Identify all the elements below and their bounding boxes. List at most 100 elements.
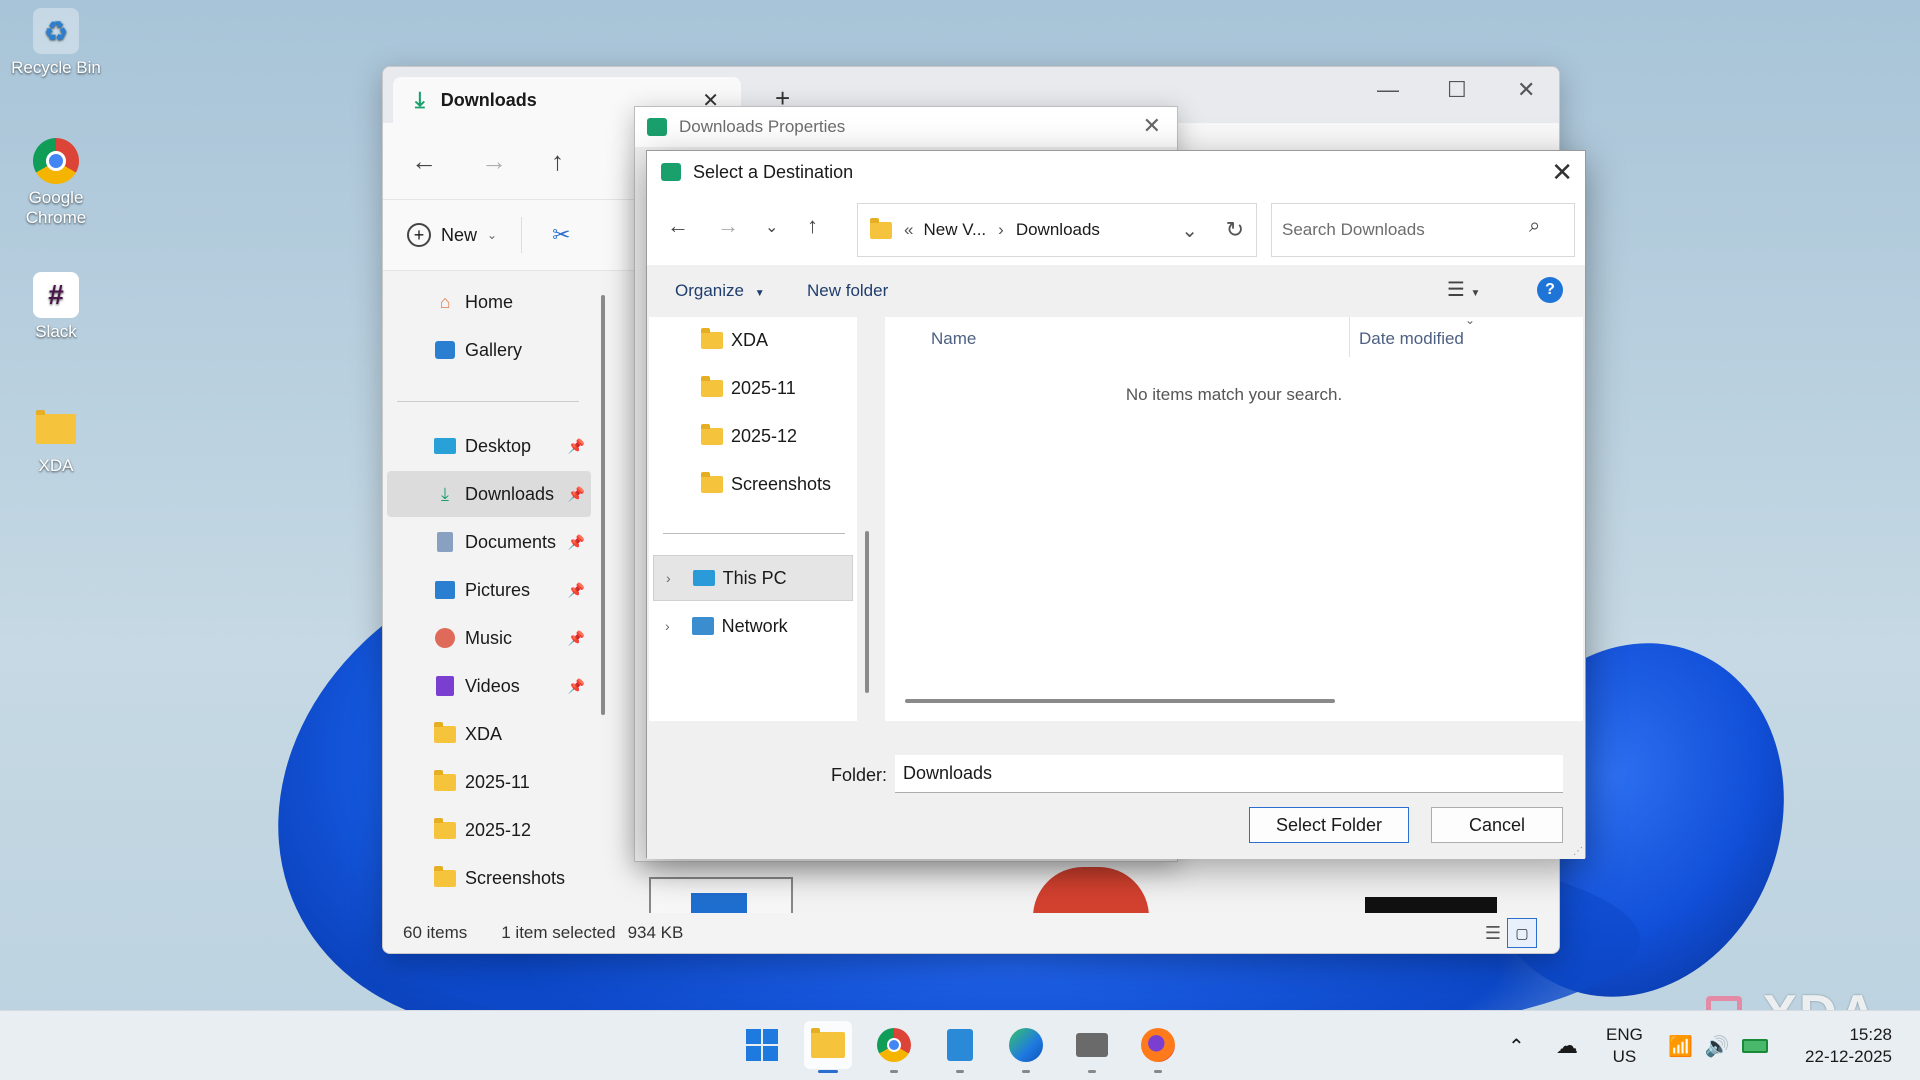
wifi-icon: 📶 (1668, 1035, 1693, 1058)
help-icon[interactable]: ? (1537, 277, 1563, 303)
desktop-icon-recycle-bin[interactable]: ♻ Recycle Bin (6, 8, 106, 78)
expand-chevron-icon[interactable]: › (666, 570, 671, 586)
tree-item-2025-12[interactable]: 2025-12 (653, 413, 853, 459)
tree-item-xda[interactable]: XDA (653, 317, 853, 363)
sidebar-item-downloads[interactable]: ⤓ Downloads 📌 (387, 471, 591, 517)
cloud-offline-icon: ☁ (1556, 1033, 1578, 1058)
taskbar-firefox[interactable] (1134, 1021, 1182, 1073)
up-icon[interactable]: ↑ (807, 213, 818, 239)
sidebar-item-music[interactable]: Music 📌 (387, 615, 591, 661)
refresh-icon[interactable]: ↻ (1226, 217, 1244, 243)
tab-title: Downloads (440, 89, 537, 110)
folder-icon (701, 375, 723, 397)
desktop-icon-slack[interactable]: # Slack (6, 272, 106, 342)
navigation-pane-scrollbar[interactable] (865, 531, 869, 693)
start-button[interactable] (738, 1021, 786, 1069)
running-indicator (890, 1070, 898, 1073)
forward-icon[interactable]: → (481, 146, 507, 177)
item-count: 60 items (403, 923, 468, 942)
horizontal-scrollbar[interactable] (905, 699, 1335, 703)
dialog-titlebar: Downloads Properties (635, 107, 1177, 147)
clock[interactable]: 15:28 22-12-2025 (1796, 1011, 1892, 1080)
recent-locations-icon[interactable]: ⌄ (765, 217, 778, 237)
taskbar-notepad[interactable] (936, 1021, 984, 1073)
close-icon[interactable]: ✕ (1143, 113, 1161, 139)
cancel-button[interactable]: Cancel (1431, 807, 1563, 843)
sidebar-scrollbar[interactable] (601, 295, 605, 715)
sort-chevron-icon: ⌄ (1465, 313, 1476, 327)
language-indicator[interactable]: ENG US (1606, 1011, 1643, 1080)
sidebar-item-pictures[interactable]: Pictures 📌 (387, 567, 591, 613)
address-overflow[interactable]: « (904, 220, 913, 240)
sidebar-item-xda[interactable]: XDA (387, 711, 591, 757)
dialog-titlebar: Select a Destination ✕ (647, 151, 1585, 193)
select-folder-button[interactable]: Select Folder (1249, 807, 1409, 843)
desktop-icon-google-chrome[interactable]: Google Chrome (6, 138, 106, 228)
expand-chevron-icon[interactable]: › (665, 618, 670, 634)
organize-button[interactable]: Organize ▼ (675, 281, 765, 301)
tree-item-this-pc[interactable]: › This PC (653, 555, 853, 601)
back-icon[interactable]: ← (411, 146, 437, 177)
toolbar: Organize ▼ New folder ☰ ▼ ? (647, 265, 1585, 317)
minimize-icon[interactable]: — (1377, 77, 1399, 103)
cut-icon[interactable]: ✂ (552, 222, 570, 248)
new-folder-button[interactable]: New folder (807, 281, 888, 301)
folder-field[interactable]: Downloads (895, 755, 1563, 793)
up-icon[interactable]: ↑ (551, 146, 564, 177)
back-icon[interactable]: ← (667, 213, 689, 239)
slack-icon: # (33, 272, 79, 318)
taskbar-file-explorer[interactable] (804, 1021, 852, 1073)
details-view-icon[interactable]: ☰ (1485, 923, 1501, 944)
show-hidden-icons[interactable]: ⌃ (1508, 1011, 1525, 1080)
view-options-icon[interactable]: ☰ ▼ (1447, 277, 1480, 302)
organize-label: Organize (675, 281, 744, 300)
tree-item-2025-11[interactable]: 2025-11 (653, 365, 853, 411)
desktop-icon-xda[interactable]: XDA (6, 406, 106, 476)
sidebar-item-2025-12[interactable]: 2025-12 (387, 807, 591, 853)
search-icon[interactable]: ⌕ (1529, 215, 1540, 238)
close-icon[interactable]: ✕ (1551, 157, 1573, 188)
windows-icon (746, 1029, 778, 1061)
sidebar-item-gallery[interactable]: Gallery (387, 327, 591, 373)
file-thumbnail[interactable] (1033, 867, 1149, 917)
firefox-icon (1141, 1028, 1175, 1062)
empty-message: No items match your search. (1125, 385, 1343, 404)
resize-grip-icon[interactable]: ⋰ (1573, 846, 1583, 857)
column-header-date-modified[interactable]: Date modified (1359, 329, 1464, 349)
column-divider[interactable] (1349, 317, 1350, 357)
folder-icon (433, 769, 457, 794)
taskbar-edge[interactable] (1002, 1021, 1050, 1073)
taskbar: ⌃ ☁ ENG US 📶 🔊 15:28 22-12-2025 (0, 1010, 1920, 1080)
sidebar-item-screenshots[interactable]: Screenshots (387, 855, 591, 901)
tree-item-screenshots[interactable]: Screenshots (653, 461, 853, 507)
desktop-icon-label: Slack (35, 322, 77, 341)
sidebar-item-documents[interactable]: Documents 📌 (387, 519, 591, 565)
address-segment[interactable]: Downloads (1016, 220, 1100, 240)
file-thumbnail[interactable] (649, 877, 793, 917)
maximize-icon[interactable]: ☐ (1447, 77, 1467, 103)
forward-icon[interactable]: → (717, 213, 739, 239)
sidebar-item-label: Gallery (465, 339, 523, 360)
sidebar-item-desktop[interactable]: Desktop 📌 (387, 423, 591, 469)
tiles-view-icon[interactable]: ▢ (1507, 918, 1537, 948)
taskbar-snipping-tool[interactable] (1068, 1021, 1116, 1073)
address-bar[interactable]: « New V... › Downloads ⌄ ↻ (857, 203, 1257, 257)
column-header-name[interactable]: Name (931, 329, 976, 349)
battery-icon (1741, 1039, 1768, 1053)
desktop-icon-label: Recycle Bin (11, 58, 101, 77)
tree-item-network[interactable]: › Network (653, 603, 853, 649)
sidebar-item-2025-11[interactable]: 2025-11 (387, 759, 591, 805)
address-segment[interactable]: New V... (923, 220, 986, 240)
onedrive-status[interactable]: ☁ (1556, 1011, 1578, 1080)
close-window-icon[interactable]: ✕ (1517, 77, 1535, 103)
quick-settings[interactable]: 📶 🔊 (1668, 1011, 1768, 1080)
address-dropdown-icon[interactable]: ⌄ (1181, 218, 1198, 243)
folder-icon (433, 721, 457, 746)
select-destination-dialog: Select a Destination ✕ ← → ⌄ ↑ « New V..… (646, 150, 1586, 859)
running-indicator (1154, 1070, 1162, 1073)
sidebar-item-home[interactable]: ⌂ Home (387, 279, 591, 325)
tree-item-label: This PC (722, 567, 787, 588)
taskbar-chrome[interactable] (870, 1021, 918, 1073)
sidebar-item-videos[interactable]: Videos 📌 (387, 663, 591, 709)
new-button[interactable]: + New ⌄ (407, 223, 497, 247)
